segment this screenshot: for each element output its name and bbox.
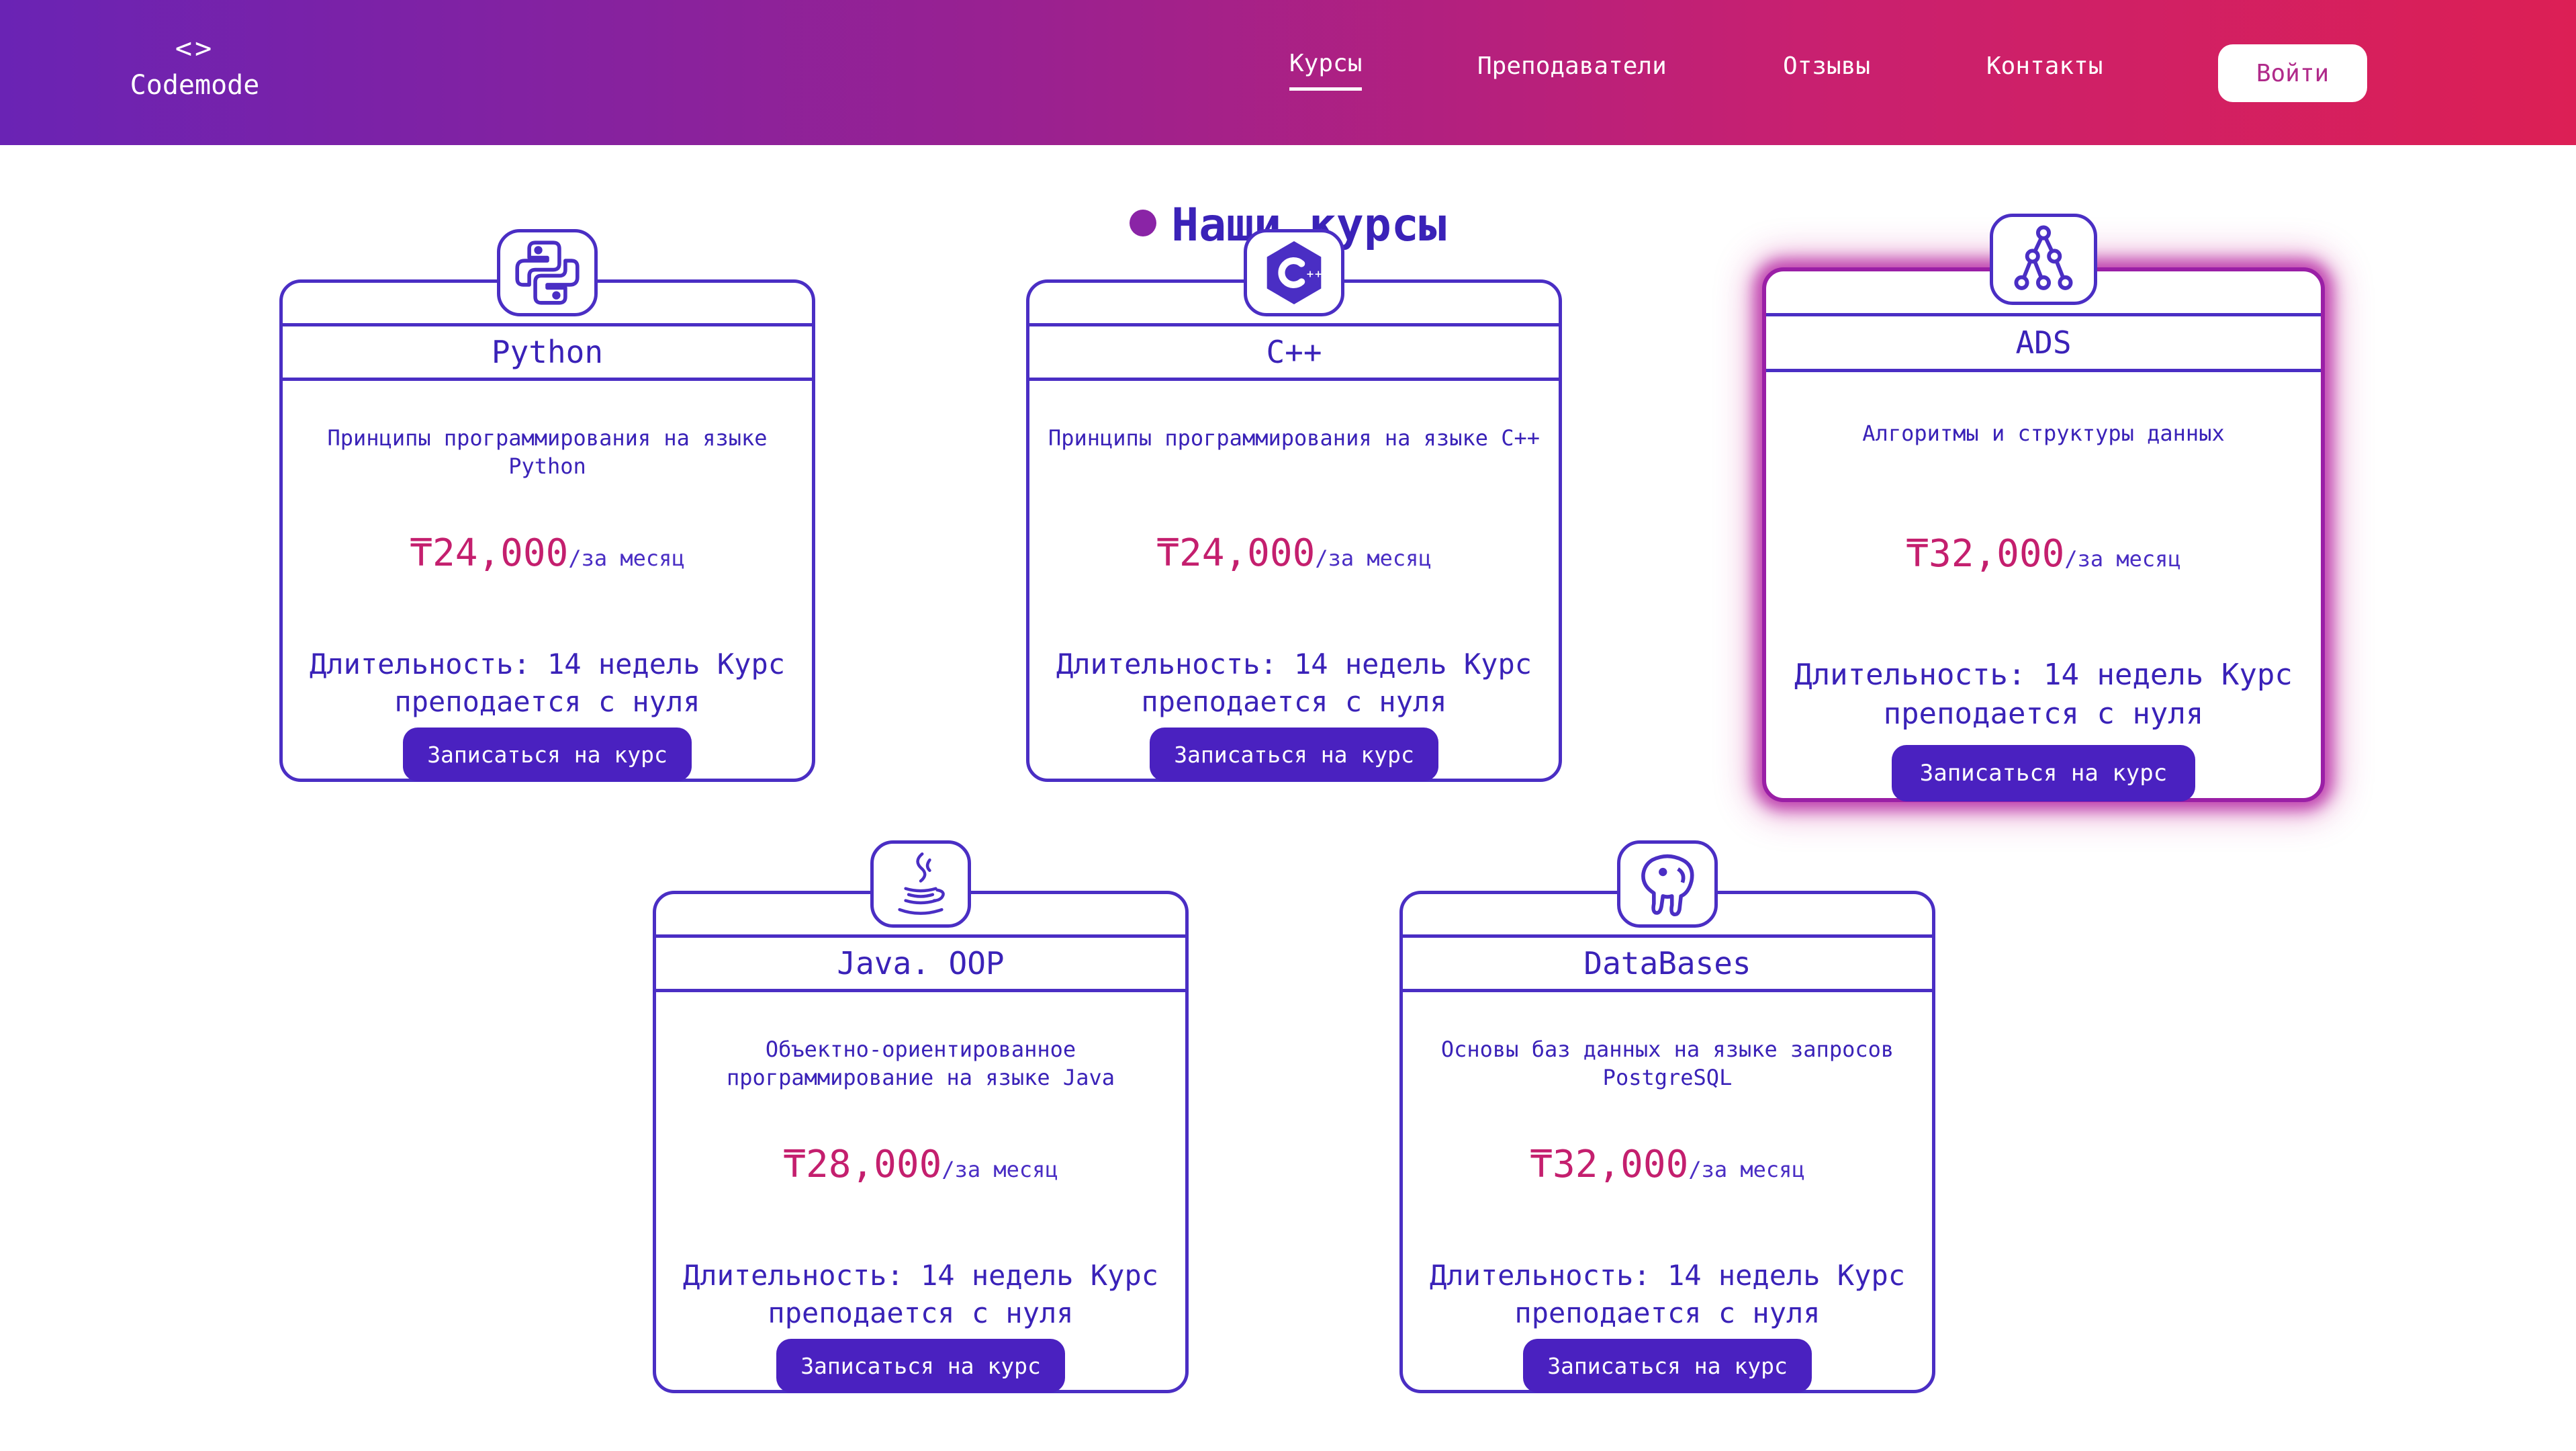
course-duration-info: Длительность: 14 недель Курс преподается… xyxy=(1056,648,1532,718)
course-card-cpp: ++ C++ Принципы программирования на язык… xyxy=(1026,229,1562,782)
course-card-databases: DataBases Основы баз данных на языке зап… xyxy=(1399,840,1935,1393)
top-navbar: <> Codemode Курсы Преподаватели Отзывы К… xyxy=(0,0,2576,145)
course-title: Java. OOP xyxy=(656,934,1185,992)
login-button[interactable]: Войти xyxy=(2218,44,2367,102)
nav-link-teachers[interactable]: Преподаватели xyxy=(1477,51,1667,82)
course-card-python: Python Принципы программирования на язык… xyxy=(279,229,815,782)
course-price: ₸32,000/за месяц xyxy=(1766,532,2321,576)
price-amount: ₸32,000 xyxy=(1906,532,2065,576)
algorithm-tree-icon xyxy=(1990,214,2097,305)
course-description: Алгоритмы и структуры данных xyxy=(1862,421,2225,446)
price-amount: ₸28,000 xyxy=(783,1143,942,1186)
nav-link-contacts[interactable]: Контакты xyxy=(1986,51,2103,82)
price-period: /за месяц xyxy=(1315,545,1432,571)
course-duration-info: Длительность: 14 недель Курс преподается… xyxy=(1794,658,2293,731)
logo-text: Codemode xyxy=(130,70,260,101)
price-period: /за месяц xyxy=(2064,546,2181,572)
title-dot xyxy=(1130,209,1157,236)
price-amount: ₸24,000 xyxy=(410,531,569,575)
course-price: ₸24,000/за месяц xyxy=(1029,531,1559,575)
logo[interactable]: <> Codemode xyxy=(121,30,269,103)
course-card-java: Java. OOP Объектно-ориентированное прогр… xyxy=(653,840,1189,1393)
cplusplus-icon: ++ xyxy=(1244,229,1344,316)
course-description: Объектно-ориентированное программировани… xyxy=(727,1037,1115,1090)
postgresql-icon xyxy=(1617,840,1718,928)
course-duration-info: Длительность: 14 недель Курс преподается… xyxy=(683,1259,1159,1329)
course-price: ₸24,000/за месяц xyxy=(283,531,812,575)
code-brackets-icon: <> xyxy=(175,32,215,64)
course-description: Основы баз данных на языке запросов Post… xyxy=(1440,1037,1894,1090)
enroll-button[interactable]: Записаться на курс xyxy=(776,1339,1065,1393)
course-card-ads: ADS Алгоритмы и структуры данных ₸32,000… xyxy=(1762,214,2325,802)
price-amount: ₸24,000 xyxy=(1156,531,1316,575)
enroll-button[interactable]: Записаться на курс xyxy=(1150,728,1438,781)
price-period: /за месяц xyxy=(1688,1157,1805,1182)
course-title: Python xyxy=(283,323,812,381)
enroll-button[interactable]: Записаться на курс xyxy=(403,728,692,781)
java-icon xyxy=(870,840,971,928)
course-price: ₸32,000/за месяц xyxy=(1403,1143,1932,1186)
price-amount: ₸32,000 xyxy=(1530,1143,1689,1186)
enroll-button[interactable]: Записаться на курс xyxy=(1892,745,2195,801)
course-duration-info: Длительность: 14 недель Курс преподается… xyxy=(310,648,786,718)
course-title: DataBases xyxy=(1403,934,1932,992)
nav-link-courses[interactable]: Курсы xyxy=(1289,48,1363,91)
nav-link-reviews[interactable]: Отзывы xyxy=(1783,51,1870,82)
course-description: Принципы программирования на языке Pytho… xyxy=(327,425,768,479)
price-period: /за месяц xyxy=(941,1157,1058,1182)
course-title: C++ xyxy=(1029,323,1559,381)
price-period: /за месяц xyxy=(568,545,685,571)
python-icon xyxy=(497,229,598,316)
course-description: Принципы программирования на языке С++ xyxy=(1048,425,1540,451)
svg-text:++: ++ xyxy=(1306,269,1322,280)
course-duration-info: Длительность: 14 недель Курс преподается… xyxy=(1430,1259,1906,1329)
enroll-button[interactable]: Записаться на курс xyxy=(1523,1339,1812,1393)
course-price: ₸28,000/за месяц xyxy=(656,1143,1185,1186)
course-title: ADS xyxy=(1766,313,2321,372)
